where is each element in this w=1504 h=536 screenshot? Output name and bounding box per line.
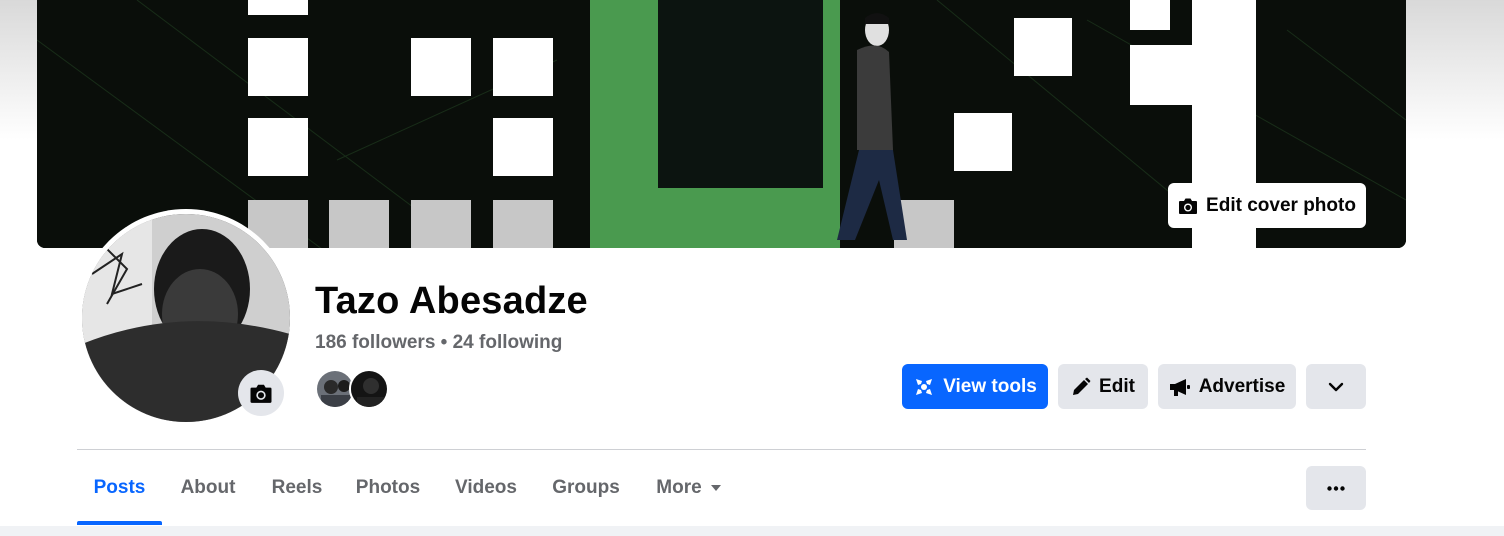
tab-label: Groups (552, 477, 620, 498)
advertise-button[interactable]: Advertise (1158, 364, 1296, 409)
tab-label: More (656, 477, 702, 498)
tab-posts[interactable]: Posts (77, 450, 162, 526)
update-profile-picture-button[interactable] (238, 370, 284, 416)
tab-groups[interactable]: Groups (541, 450, 631, 526)
view-tools-label: View tools (943, 375, 1037, 397)
following-link[interactable]: 24 following (453, 332, 563, 353)
view-tools-button[interactable]: View tools (902, 364, 1048, 409)
chevron-down-icon (1328, 382, 1344, 391)
tab-label: Photos (355, 477, 421, 498)
tab-photos[interactable]: Photos (345, 450, 431, 526)
tab-label: Videos (455, 477, 517, 498)
followers-link[interactable]: 186 followers (315, 332, 435, 353)
edit-cover-photo-button[interactable]: Edit cover photo (1168, 183, 1366, 228)
follower-avatar-image (351, 371, 387, 407)
follow-separator: • (440, 332, 448, 353)
advertise-label: Advertise (1198, 375, 1286, 397)
megaphone-icon (1169, 378, 1190, 396)
tab-reels[interactable]: Reels (259, 450, 335, 526)
edit-profile-button[interactable]: Edit (1058, 364, 1148, 409)
follower-avatar[interactable] (349, 369, 389, 409)
active-tab-indicator (77, 521, 162, 525)
caret-down-icon (710, 485, 721, 491)
tab-about[interactable]: About (168, 450, 248, 526)
tools-icon (916, 378, 933, 395)
edit-label: Edit (1099, 375, 1135, 397)
tab-label: Reels (271, 477, 323, 498)
tab-label: Posts (93, 477, 146, 498)
feed-background (0, 526, 1504, 536)
edit-cover-photo-label: Edit cover photo (1206, 194, 1356, 216)
tab-label: About (180, 477, 236, 498)
follow-stats: 186 followers • 24 following (315, 332, 562, 354)
ellipsis-icon (1327, 485, 1345, 491)
tab-more[interactable]: More (643, 450, 735, 526)
camera-icon (1179, 198, 1198, 214)
profile-options-dropdown[interactable] (1306, 364, 1366, 409)
more-options-button[interactable] (1306, 466, 1366, 510)
tab-videos[interactable]: Videos (443, 450, 529, 526)
camera-icon (250, 384, 272, 403)
profile-name: Tazo Abesadze (315, 280, 588, 322)
pencil-icon (1073, 377, 1091, 395)
